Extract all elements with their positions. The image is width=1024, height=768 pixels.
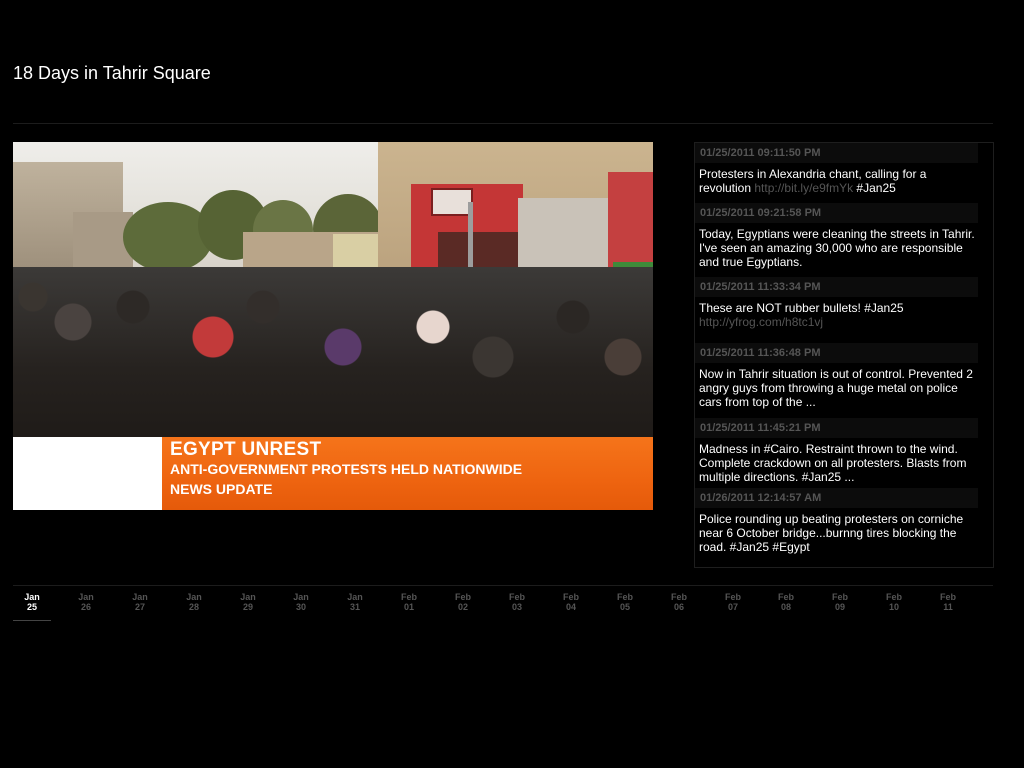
timeline-day-jan-29[interactable]: Jan 29 <box>221 592 275 612</box>
tweet-timestamp: 01/25/2011 11:33:34 PM <box>695 277 978 297</box>
tweet-text: Madness in #Cairo. Restraint thrown to t… <box>699 442 967 484</box>
header-divider <box>13 123 993 124</box>
tweet-feed[interactable]: 01/25/2011 09:11:50 PM Protesters in Ale… <box>694 142 994 568</box>
tweet-timestamp: 01/26/2011 12:14:57 AM <box>695 488 978 508</box>
timeline-day-feb-03[interactable]: Feb 03 <box>490 592 544 612</box>
tweet-timestamp: 01/25/2011 09:21:58 PM <box>695 203 978 223</box>
tweet-text: Now in Tahrir situation is out of contro… <box>699 367 973 409</box>
timeline-day-feb-06[interactable]: Feb 06 <box>652 592 706 612</box>
day-timeline: Jan 25 Jan 26 Jan 27 Jan 28 Jan 29 Jan 30 Jan 3… <box>0 592 1024 622</box>
lower-third-headline: EGYPT UNREST <box>170 439 322 460</box>
tweet-text: Protesters in Alexandria chant, calling … <box>699 167 927 195</box>
video-player[interactable]: EGYPT UNREST ANTI-GOVERNMENT PROTESTS HE… <box>13 142 653 510</box>
lower-third-subheadline: ANTI-GOVERNMENT PROTESTS HELD NATIONWIDE <box>170 461 523 477</box>
tweet-text: Police rounding up beating protesters on… <box>699 512 964 554</box>
timeline-day-feb-07[interactable]: Feb 07 <box>706 592 760 612</box>
timeline-day-jan-28[interactable]: Jan 28 <box>167 592 221 612</box>
tweet-item: 01/25/2011 09:11:50 PM Protesters in Ale… <box>695 143 985 195</box>
timeline-day-feb-04[interactable]: Feb 04 <box>544 592 598 612</box>
timeline-day-jan-31[interactable]: Jan 31 <box>328 592 382 612</box>
timeline-day-jan-26[interactable]: Jan 26 <box>59 592 113 612</box>
timeline-day-feb-09[interactable]: Feb 09 <box>813 592 867 612</box>
tweet-timestamp: 01/25/2011 11:45:21 PM <box>695 418 978 438</box>
tweet-link[interactable]: http://bit.ly/e9fmYk <box>754 181 853 195</box>
tweet-link[interactable]: http://yfrog.com/h8tc1vj <box>699 315 823 329</box>
tweet-item: 01/25/2011 11:36:48 PM Now in Tahrir sit… <box>695 343 985 409</box>
timeline-divider <box>13 585 993 586</box>
video-frame-crowd <box>13 267 653 437</box>
timeline-day-jan-27[interactable]: Jan 27 <box>113 592 167 612</box>
page-title: 18 Days in Tahrir Square <box>13 63 211 83</box>
timeline-day-feb-05[interactable]: Feb 05 <box>598 592 652 612</box>
timeline-day-feb-02[interactable]: Feb 02 <box>436 592 490 612</box>
tweet-item: 01/25/2011 11:45:21 PM Madness in #Cairo… <box>695 418 985 484</box>
timeline-day-feb-08[interactable]: Feb 08 <box>759 592 813 612</box>
timeline-day-feb-01[interactable]: Feb 01 <box>382 592 436 612</box>
timeline-day-feb-10[interactable]: Feb 10 <box>867 592 921 612</box>
tweet-text: Today, Egyptians were cleaning the stree… <box>699 227 975 269</box>
tweet-timestamp: 01/25/2011 09:11:50 PM <box>695 143 978 163</box>
tweet-text: These are NOT rubber bullets! #Jan25 htt… <box>699 301 904 329</box>
tweet-item: 01/25/2011 09:21:58 PM Today, Egyptians … <box>695 203 985 269</box>
news-lower-third: EGYPT UNREST ANTI-GOVERNMENT PROTESTS HE… <box>13 437 653 510</box>
tweet-item: 01/26/2011 12:14:57 AM Police rounding u… <box>695 488 985 554</box>
lower-third-tag: NEWS UPDATE <box>170 481 273 497</box>
tweet-timestamp: 01/25/2011 11:36:48 PM <box>695 343 978 363</box>
tweet-item: 01/25/2011 11:33:34 PM These are NOT rub… <box>695 277 985 329</box>
timeline-day-feb-11[interactable]: Feb 11 <box>921 592 975 612</box>
timeline-day-jan-30[interactable]: Jan 30 <box>274 592 328 612</box>
timeline-day-jan-25[interactable]: Jan 25 <box>5 592 59 612</box>
